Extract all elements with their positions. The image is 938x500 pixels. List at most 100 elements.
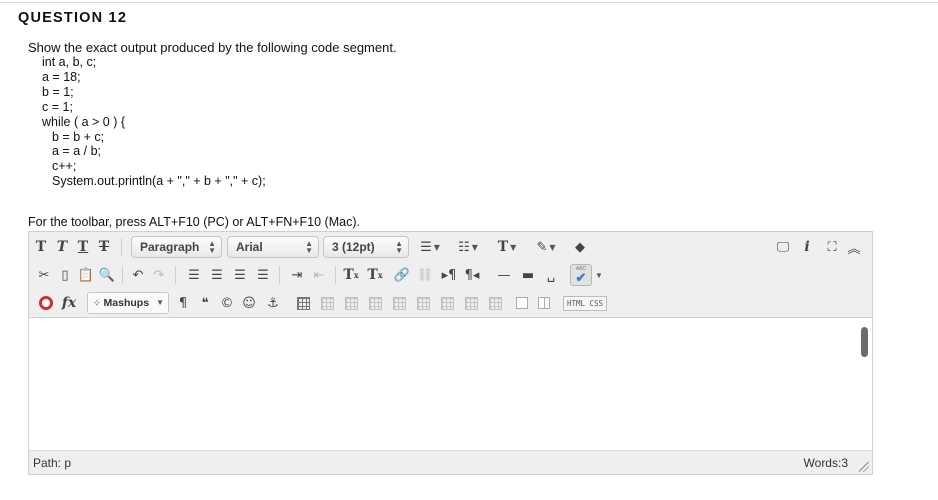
html-css-button[interactable]: HTML CSS — [562, 292, 608, 314]
redo-button[interactable]: ↷ — [149, 264, 169, 286]
merge-cells-icon — [538, 297, 550, 309]
question-title: QUESTION 12 — [18, 10, 128, 26]
fullscreen-button[interactable]: ⛶ — [823, 236, 841, 258]
paragraph-ltr-icon: ▸¶ — [441, 267, 457, 283]
table-row-props-button[interactable] — [318, 292, 336, 314]
chevron-down-icon: ▼ — [595, 270, 603, 280]
indent-button[interactable]: ⇥ — [287, 264, 307, 286]
spellcheck-button[interactable]: ABC ✔ — [570, 264, 592, 286]
mashups-icon: ⁘ — [93, 297, 100, 308]
italic-button[interactable]: T — [54, 236, 70, 258]
align-justify-button[interactable]: ☰ — [253, 264, 273, 286]
insert-link-button[interactable]: 🔗 — [392, 264, 412, 286]
editor-toolbar: T T T T Paragraph ▲ ▼ Arial ▲ ▼ 3 (12pt) ▲… — [29, 232, 872, 318]
highlight-color-button[interactable]: ✎ ▼ — [531, 236, 561, 258]
path-indicator: Path: p — [33, 456, 72, 470]
outdent-icon: ⇤ — [313, 267, 325, 283]
chevron-down-icon: ▼ — [433, 242, 440, 252]
insert-col-before-button[interactable] — [438, 292, 456, 314]
code-line: b = 1; — [42, 84, 74, 99]
code-line: b = b + c; — [52, 129, 105, 144]
emoticon-button[interactable]: ☺ — [240, 292, 258, 314]
info-button[interactable]: i — [799, 236, 815, 258]
delete-row-button[interactable] — [414, 292, 432, 314]
outdent-button[interactable]: ⇤ — [309, 264, 329, 286]
resize-grip-icon[interactable] — [859, 462, 869, 472]
insert-table-button[interactable] — [294, 292, 312, 314]
superscript-button[interactable]: Tx — [341, 264, 361, 286]
toolbar-row-1: T T T T Paragraph ▲ ▼ Arial ▲ ▼ 3 (12pt) ▲… — [29, 233, 872, 261]
collapse-toolbar-button[interactable]: ︽ — [845, 236, 863, 258]
toolbar-row-2: ✂ ▯ 📋 🔍 ↶ ↷ ☰ ☰ ☰ ☰ ⇥ ⇤ Tx Tx 🔗 ⛓ ▸¶ ¶◂ … — [29, 261, 872, 289]
toolbar-hint: For the toolbar, press ALT+F10 (PC) or A… — [28, 215, 360, 229]
split-cells-icon — [516, 297, 528, 309]
find-button[interactable]: 🔍 — [98, 264, 116, 286]
unlink-button[interactable]: ⛓ — [415, 264, 435, 286]
subscript-icon: T — [367, 267, 378, 283]
space-icon: ␣ — [546, 267, 556, 283]
copyright-icon: © — [220, 295, 234, 311]
paragraph-format-select[interactable]: Paragraph ▲ ▼ — [131, 236, 222, 258]
math-formula-button[interactable]: fx — [59, 292, 79, 314]
merge-cells-button[interactable] — [536, 292, 552, 314]
numbered-list-button[interactable]: ☷ ▼ — [453, 236, 483, 258]
cut-button[interactable]: ✂ — [35, 264, 53, 286]
insert-col-after-button[interactable] — [462, 292, 480, 314]
text-color-button[interactable]: T ▼ — [493, 236, 521, 258]
copy-icon: ▯ — [61, 267, 69, 283]
row-after-icon — [392, 296, 406, 310]
undo-button[interactable]: ↶ — [128, 264, 148, 286]
anchor-button[interactable]: ⚓ — [264, 292, 282, 314]
delete-row-icon — [416, 296, 430, 310]
font-size-value: 3 (12pt) — [332, 240, 375, 254]
rtl-button[interactable]: ¶◂ — [462, 264, 482, 286]
align-right-button[interactable]: ☰ — [230, 264, 250, 286]
code-line: a = a / b; — [52, 144, 101, 159]
toolbar-row-3: fx ⁘ Mashups ▼ ¶ ❝ © ☺ ⚓ HTML CSS — [29, 289, 872, 317]
editor-content-area[interactable] — [29, 319, 872, 449]
delete-col-icon — [488, 296, 502, 310]
nonbreaking-space-button[interactable]: ␣ — [541, 264, 561, 286]
info-icon: i — [804, 239, 810, 255]
record-button[interactable] — [37, 292, 55, 314]
insert-row-before-button[interactable] — [366, 292, 384, 314]
ltr-button[interactable]: ▸¶ — [439, 264, 459, 286]
quote-icon: ❝ — [201, 295, 209, 311]
align-left-icon: ☰ — [188, 267, 200, 283]
clipboard-icon: 📋 — [77, 267, 95, 283]
horizontal-rule-button[interactable]: — — [494, 264, 514, 286]
delete-col-button[interactable] — [486, 292, 504, 314]
split-cells-button[interactable] — [514, 292, 530, 314]
unlink-icon: ⛓ — [416, 267, 434, 283]
table-cell-props-button[interactable] — [342, 292, 360, 314]
insert-row-after-button[interactable] — [390, 292, 408, 314]
paste-button[interactable]: 📋 — [77, 264, 95, 286]
bullet-list-button[interactable]: ☰ ▼ — [417, 236, 443, 258]
mashups-dropdown[interactable]: ⁘ Mashups ▼ — [87, 292, 169, 314]
copy-button[interactable]: ▯ — [56, 264, 74, 286]
paragraph-mark-button[interactable]: ¶ — [174, 292, 192, 314]
special-char-button[interactable]: © — [218, 292, 236, 314]
align-left-button[interactable]: ☰ — [184, 264, 204, 286]
rich-text-editor: T T T T Paragraph ▲ ▼ Arial ▲ ▼ 3 (12pt) ▲… — [28, 231, 873, 475]
subscript-button[interactable]: Tx — [365, 264, 385, 286]
code-line: a = 18; — [42, 69, 81, 84]
underline-button[interactable]: T — [75, 236, 91, 258]
spellcheck-dropdown[interactable]: ▼ — [593, 264, 603, 286]
em-dash-button[interactable]: ▬ — [518, 264, 538, 286]
question-prompt: Show the exact output produced by the fo… — [28, 40, 397, 55]
clear-formatting-button[interactable]: ◆ — [569, 236, 591, 258]
strikethrough-button[interactable]: T — [96, 236, 112, 258]
editor-scrollbar[interactable] — [861, 327, 868, 357]
bold-button[interactable]: T — [33, 236, 49, 258]
align-center-button[interactable]: ☰ — [207, 264, 227, 286]
font-size-select[interactable]: 3 (12pt) ▲ ▼ — [323, 236, 409, 258]
preview-button[interactable]: 🖵 — [773, 236, 793, 258]
table-cell-icon — [344, 296, 358, 310]
undo-icon: ↶ — [132, 267, 144, 283]
superscript-icon: T — [343, 267, 354, 283]
blockquote-button[interactable]: ❝ — [196, 292, 214, 314]
font-family-select[interactable]: Arial ▲ ▼ — [227, 236, 319, 258]
chevron-down-icon: ▼ — [510, 242, 517, 252]
col-before-icon — [440, 296, 454, 310]
